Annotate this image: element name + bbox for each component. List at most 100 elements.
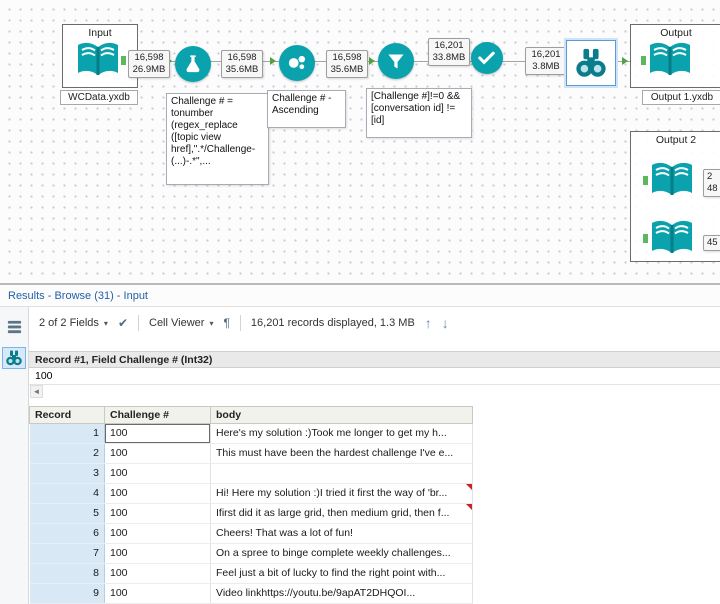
workflow-canvas[interactable]: Input WCData.yxdb 16,598 26.9MB 16,598 3… [0,0,720,283]
table-row[interactable]: 8 100 Feel just a bit of lucky to find the… [29,563,473,584]
table-row[interactable]: 2 100 This must have been the hardest chal… [29,443,473,464]
connection-badge: 16,598 35.6MB [326,50,368,78]
flask-icon [186,55,200,73]
badge-size: 33.8MB [432,51,466,63]
cell-viewer-value[interactable]: 100 [29,368,720,385]
record-cell[interactable]: 7 [29,543,105,564]
scroll-left-button[interactable]: ◄ [30,385,43,398]
challenge-cell[interactable]: 100 [104,443,211,464]
book-icon [652,162,692,195]
badge-size: 26.9MB [132,63,166,75]
body-cell[interactable]: Feel just a bit of lucky to find the rig… [210,563,473,584]
badge-size: 35.6MB [330,63,364,75]
fields-dropdown-label: 2 of 2 Fields [39,317,99,329]
table-row[interactable]: 1 100 Here's my solution :)Took me longer … [29,423,473,444]
record-cell[interactable]: 3 [29,463,105,484]
body-cell[interactable]: Video linkhttps://youtu.be/9apAT2DHQOI..… [210,583,473,604]
output-data-tool[interactable] [648,40,692,82]
badge-size: 3.8MB [532,60,560,72]
input-anchor [643,176,648,185]
input-file-label: WCData.yxdb [60,90,138,105]
browse-view-button[interactable] [2,347,26,369]
fields-dropdown[interactable]: 2 of 2 Fields ▾ [39,317,108,329]
container-output-label: Output [660,27,692,39]
record-cell[interactable]: 9 [29,583,105,604]
table-row[interactable]: 9 100 Video linkhttps://youtu.be/9apAT2DHQ… [29,583,473,604]
output-file-label: Output 1.yxdb [642,90,720,105]
sort-tool[interactable] [279,45,315,81]
record-cell[interactable]: 5 [29,503,105,524]
input-anchor [643,234,648,243]
container-input-label: Input [88,27,112,39]
connection-badge: 16,201 3.8MB [525,47,567,75]
cell-viewer-dropdown[interactable]: Cell Viewer ▾ [149,317,213,329]
check-tool[interactable] [471,42,503,74]
challenge-cell[interactable]: 100 [104,483,211,504]
table-row[interactable]: 3 100 [29,463,473,484]
results-title: Results - Browse (31) - Input [0,285,720,307]
body-cell[interactable]: This must have been the hardest challeng… [210,443,473,464]
column-header-record[interactable]: Record [29,406,105,424]
connection-badge: 16,201 33.8MB [428,38,470,66]
challenge-cell[interactable]: 100 [104,583,211,604]
challenge-cell[interactable]: 100 [104,503,211,524]
results-toolbar: 2 of 2 Fields ▾ ✔ Cell Viewer ▾ ¶ 16,201… [29,307,720,339]
column-header-body[interactable]: body [210,406,473,424]
body-cell[interactable]: Hi! Here my solution :)I tried it first … [210,483,473,504]
binoculars-icon [6,350,22,366]
apply-check-icon[interactable]: ✔ [118,316,128,330]
input-anchor [641,56,646,65]
column-header-challenge[interactable]: Challenge # [104,406,211,424]
pilcrow-icon[interactable]: ¶ [223,316,229,330]
connection-arrow [369,57,375,65]
record-cell[interactable]: 4 [29,483,105,504]
formula-tool[interactable] [175,46,211,82]
table-row[interactable]: 4 100 Hi! Here my solution :)I tried it fi… [29,483,473,504]
challenge-cell[interactable]: 100 [104,463,211,484]
scroll-up-button[interactable]: ↑ [425,315,432,331]
list-icon [7,320,21,333]
output2-data-tool-2[interactable] [650,218,694,260]
body-cell[interactable]: Cheers! That was a lot of fun! [210,523,473,544]
table-row[interactable]: 7 100 On a spree to binge complete weekly … [29,543,473,564]
badge-count: 16,598 [134,52,164,63]
challenge-cell[interactable]: 100 [104,423,211,444]
body-cell[interactable] [210,463,473,484]
book-icon [78,42,118,75]
record-cell[interactable]: 1 [29,423,105,444]
badge-count: 16,598 [332,52,362,63]
badge-count: 16,201 [531,49,561,60]
body-cell[interactable]: On a spree to binge complete weekly chal… [210,543,473,564]
body-cell[interactable]: Ifirst did it as large grid, then medium… [210,503,473,524]
badge-size: 48 [707,182,718,194]
output-anchor [121,56,126,65]
table-row[interactable]: 5 100 Ifirst did it as large grid, then me… [29,503,473,524]
badge-count: 2 [707,171,713,182]
cell-viewer-dropdown-label: Cell Viewer [149,317,205,329]
record-cell[interactable]: 6 [29,523,105,544]
challenge-cell[interactable]: 100 [104,523,211,544]
results-table: Record Challenge # body 1 100 Here's my so… [29,406,473,604]
checkmark-icon [478,52,496,65]
record-cell[interactable]: 2 [29,443,105,464]
formula-annotation[interactable]: Challenge # = tonumber (regex_replace ([… [166,93,269,185]
record-cell[interactable]: 8 [29,563,105,584]
table-row[interactable]: 6 100 Cheers! That was a lot of fun! [29,523,473,544]
challenge-cell[interactable]: 100 [104,563,211,584]
table-header-row: Record Challenge # body [29,406,473,424]
badge-count: 45 [707,237,718,248]
body-cell[interactable]: Here's my solution :)Took me longer to g… [210,423,473,444]
toolbar-separator [138,315,139,331]
input-data-tool[interactable] [76,40,120,82]
scroll-down-button[interactable]: ↓ [442,315,449,331]
output2-data-tool[interactable] [650,160,694,202]
connection-badge: 45 [703,235,720,251]
sort-annotation[interactable]: Challenge # - Ascending [267,90,346,128]
filter-annotation[interactable]: [Challenge #]!=0 && [conversation id] !=… [366,88,472,138]
book-icon [652,220,692,253]
profile-view-button[interactable] [2,315,26,337]
challenge-cell[interactable]: 100 [104,543,211,564]
connection-arrow [622,57,628,65]
filter-tool[interactable] [378,43,414,79]
browse-tool[interactable] [566,40,616,86]
